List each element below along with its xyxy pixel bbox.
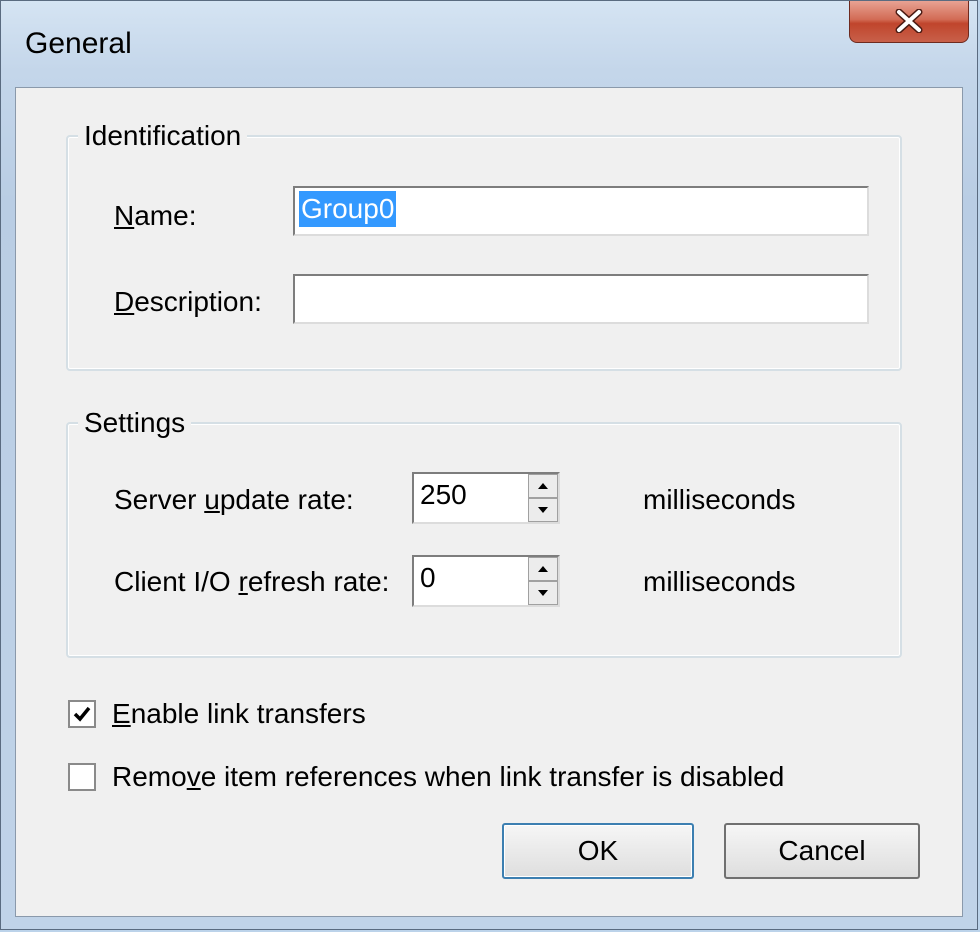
- server-update-rate-stepper[interactable]: 250: [412, 472, 560, 524]
- name-value: Group0: [299, 191, 397, 227]
- window-title: General: [25, 27, 132, 60]
- identification-legend: Identification: [78, 118, 248, 154]
- close-icon: [895, 9, 923, 33]
- arrow-down-icon: [538, 590, 548, 596]
- description-label: Description:: [114, 286, 262, 317]
- settings-legend: Settings: [78, 405, 192, 441]
- arrow-up-icon: [538, 483, 548, 489]
- server-rate-down-button[interactable]: [528, 498, 558, 522]
- server-rate-spin[interactable]: [528, 474, 558, 522]
- title-bar[interactable]: General: [1, 1, 977, 87]
- server-rate-unit: milliseconds: [643, 484, 796, 515]
- close-button[interactable]: [849, 1, 969, 43]
- name-label: Name:: [114, 200, 197, 231]
- identification-group: Identification: [66, 118, 902, 371]
- enable-link-transfers-label[interactable]: Enable link transfers: [112, 698, 366, 730]
- server-update-rate-value: 250: [420, 479, 467, 510]
- remove-item-references-checkbox[interactable]: [68, 763, 96, 791]
- enable-link-transfers-checkbox[interactable]: [68, 700, 96, 728]
- ok-button[interactable]: OK: [502, 823, 694, 879]
- description-input[interactable]: [293, 274, 869, 324]
- checkmark-icon: [73, 706, 91, 722]
- remove-item-references-label[interactable]: Remove item references when link transfe…: [112, 761, 784, 793]
- cancel-button[interactable]: Cancel: [724, 823, 920, 879]
- client-refresh-rate-stepper[interactable]: 0: [412, 555, 560, 607]
- client-rate-up-button[interactable]: [528, 557, 558, 581]
- client-rate-unit: milliseconds: [643, 566, 796, 597]
- client-refresh-rate-value: 0: [420, 562, 436, 593]
- server-rate-up-button[interactable]: [528, 474, 558, 498]
- client-refresh-rate-label: Client I/O refresh rate:: [114, 566, 390, 597]
- name-input[interactable]: Group0: [293, 186, 869, 236]
- arrow-down-icon: [538, 507, 548, 513]
- client-rate-spin[interactable]: [528, 557, 558, 605]
- arrow-up-icon: [538, 566, 548, 572]
- settings-group: Settings: [66, 405, 902, 658]
- client-rate-down-button[interactable]: [528, 581, 558, 605]
- dialog-body: Identification Name: Group0 Description:…: [15, 87, 963, 917]
- general-dialog: General Identification Name: Group0 Desc…: [0, 0, 978, 930]
- server-update-rate-label: Server update rate:: [114, 484, 354, 515]
